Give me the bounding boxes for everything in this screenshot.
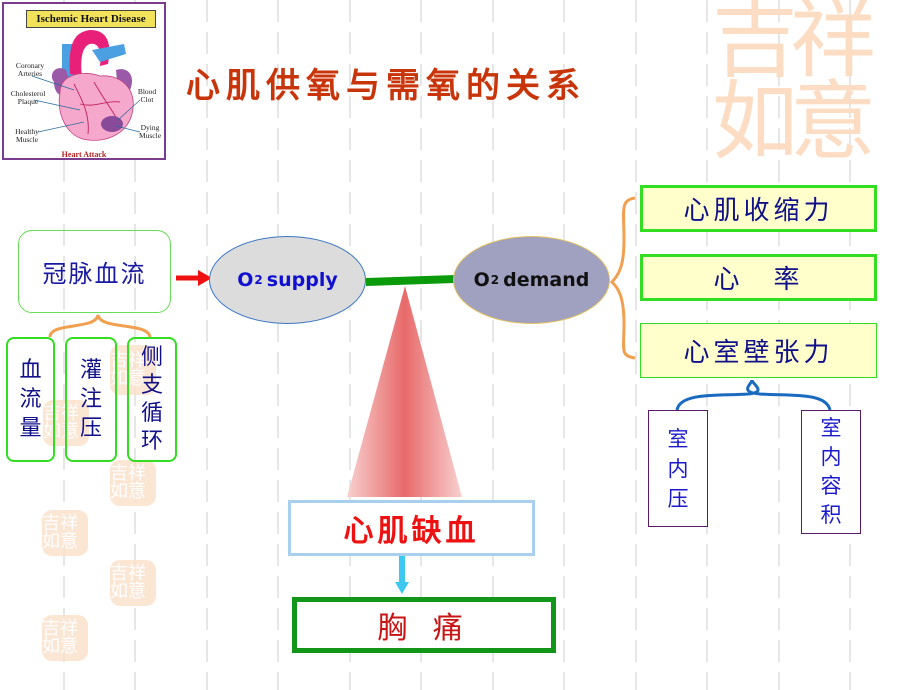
pivot-cone xyxy=(347,286,462,497)
node-symbol: O xyxy=(237,269,254,291)
factor-char: 流 xyxy=(19,387,42,412)
brace-demand-factors xyxy=(609,196,636,360)
factor-char: 压 xyxy=(79,416,102,441)
arrow-head-ischemia-to-pain xyxy=(395,582,409,594)
factor-char: 侧 xyxy=(140,344,163,370)
factor-char: 室 xyxy=(820,416,842,440)
factor-char: 支 xyxy=(140,372,163,398)
factor-char: 注 xyxy=(79,387,102,412)
o2-demand-node: O 2 demand xyxy=(453,236,610,324)
factor-char: 容 xyxy=(820,474,842,498)
wall-tension-factor-intraventricular-pressure: 室 内 压 xyxy=(648,410,708,527)
brace-wall-tension-factors xyxy=(675,379,832,411)
balance-bar xyxy=(366,275,455,286)
node-symbol: O xyxy=(473,269,490,291)
factor-char: 室 xyxy=(667,426,689,451)
node-label: demand xyxy=(503,269,590,291)
coronary-blood-flow-box: 冠脉血流 xyxy=(18,230,171,313)
factor-char: 灌 xyxy=(79,358,102,383)
demand-factor-heart-rate: 心 率 xyxy=(640,254,877,301)
factor-char: 量 xyxy=(19,416,42,441)
myocardial-ischemia-box: 心肌缺血 xyxy=(288,500,535,556)
node-subscript: 2 xyxy=(490,273,500,287)
chest-pain-box: 胸 痛 xyxy=(292,597,556,653)
factor-char: 内 xyxy=(667,456,689,481)
factor-box-blood-flow: 血 流 量 xyxy=(6,337,55,462)
wall-tension-factor-intraventricular-volume: 室 内 容 积 xyxy=(801,410,861,534)
demand-factor-contractility: 心肌收缩力 xyxy=(640,185,877,232)
demand-factor-wall-tension: 心室壁张力 xyxy=(640,323,877,378)
factor-box-collateral-circulation: 侧 支 循 环 xyxy=(127,337,177,462)
factor-char: 血 xyxy=(19,358,42,383)
node-subscript: 2 xyxy=(254,273,263,287)
factor-char: 内 xyxy=(820,445,842,469)
brace-supply-factors xyxy=(48,314,152,338)
factor-char: 循 xyxy=(140,400,163,426)
factor-char: 环 xyxy=(140,428,163,454)
factor-box-perfusion-pressure: 灌 注 压 xyxy=(65,337,117,462)
o2-supply-node: O 2 supply xyxy=(209,236,366,324)
factor-char: 压 xyxy=(667,486,689,511)
node-label: supply xyxy=(266,269,338,291)
factor-char: 积 xyxy=(820,503,842,527)
